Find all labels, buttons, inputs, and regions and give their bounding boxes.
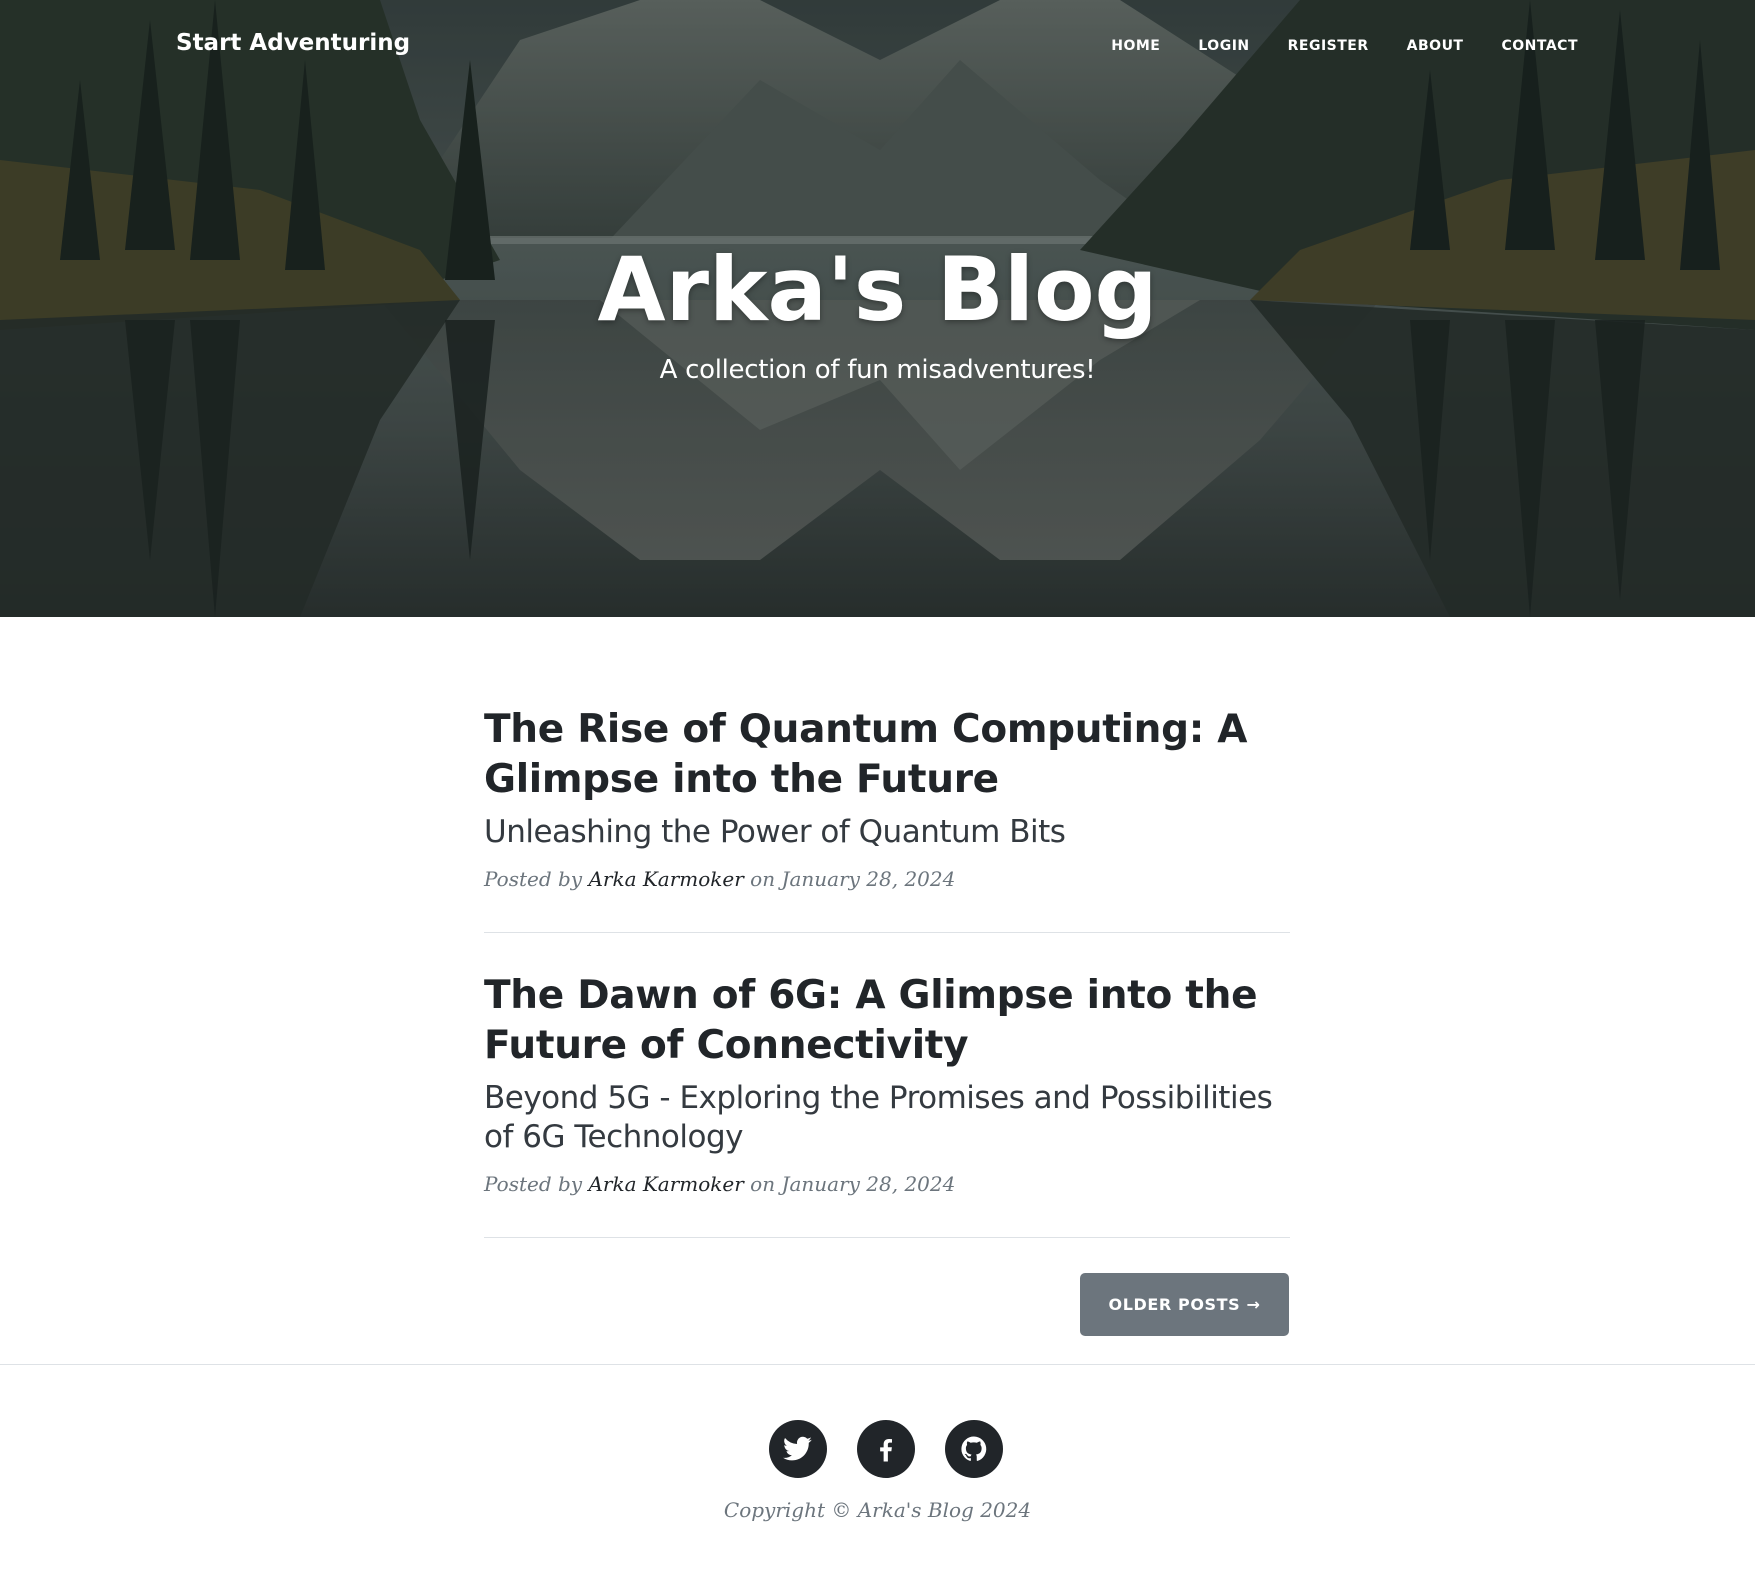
post-author-link[interactable]: Arka Karmoker — [588, 1172, 743, 1196]
nav-links: HOME LOGIN REGISTER ABOUT CONTACT — [1073, 38, 1578, 54]
masthead: Start Adventuring HOME LOGIN REGISTER AB… — [0, 0, 1755, 617]
post-list: The Rise of Quantum Computing: A Glimpse… — [484, 705, 1290, 1276]
post-meta-prefix: Posted by — [484, 867, 583, 891]
facebook-icon — [880, 1439, 892, 1462]
post-preview[interactable]: The Rise of Quantum Computing: A Glimpse… — [484, 705, 1290, 852]
site-heading: Arka's Blog A collection of fun misadven… — [0, 235, 1755, 387]
navbar-brand[interactable]: Start Adventuring — [176, 30, 410, 56]
nav-link-about[interactable]: ABOUT — [1407, 38, 1464, 54]
nav-link-home[interactable]: HOME — [1111, 38, 1160, 54]
social-links — [769, 1420, 1003, 1478]
github-icon — [961, 1436, 987, 1461]
post-title[interactable]: The Rise of Quantum Computing: A Glimpse… — [484, 705, 1290, 805]
post-meta-prefix: Posted by — [484, 1172, 583, 1196]
post-divider — [484, 932, 1290, 933]
site-subtitle: A collection of fun misadventures! — [659, 355, 1096, 385]
footer-divider — [0, 1364, 1755, 1365]
site-title: Arka's Blog — [597, 238, 1158, 341]
post-subtitle[interactable]: Beyond 5G - Exploring the Promises and P… — [484, 1079, 1290, 1157]
facebook-link[interactable] — [857, 1420, 915, 1478]
post-meta: Posted by Arka Karmoker on January 28, 2… — [484, 1169, 1290, 1199]
post-meta-date: on January 28, 2024 — [750, 867, 956, 891]
copyright-text: Copyright © Arka's Blog 2024 — [723, 1498, 1032, 1522]
nav-link-contact[interactable]: CONTACT — [1501, 38, 1578, 54]
post-author-link[interactable]: Arka Karmoker — [588, 867, 743, 891]
main-navbar: Start Adventuring HOME LOGIN REGISTER AB… — [0, 0, 1755, 96]
post-divider — [484, 1237, 1290, 1238]
post-meta-date: on January 28, 2024 — [750, 1172, 956, 1196]
post-preview[interactable]: The Dawn of 6G: A Glimpse into the Futur… — [484, 971, 1290, 1157]
older-posts-button[interactable]: OLDER POSTS → — [1080, 1273, 1289, 1336]
twitter-link[interactable] — [769, 1420, 827, 1478]
nav-link-register[interactable]: REGISTER — [1288, 38, 1369, 54]
post-subtitle[interactable]: Unleashing the Power of Quantum Bits — [484, 813, 1290, 852]
post-meta: Posted by Arka Karmoker on January 28, 2… — [484, 864, 1290, 894]
post-title[interactable]: The Dawn of 6G: A Glimpse into the Futur… — [484, 971, 1290, 1071]
twitter-icon — [783, 1436, 812, 1461]
nav-link-login[interactable]: LOGIN — [1198, 38, 1249, 54]
github-link[interactable] — [945, 1420, 1003, 1478]
